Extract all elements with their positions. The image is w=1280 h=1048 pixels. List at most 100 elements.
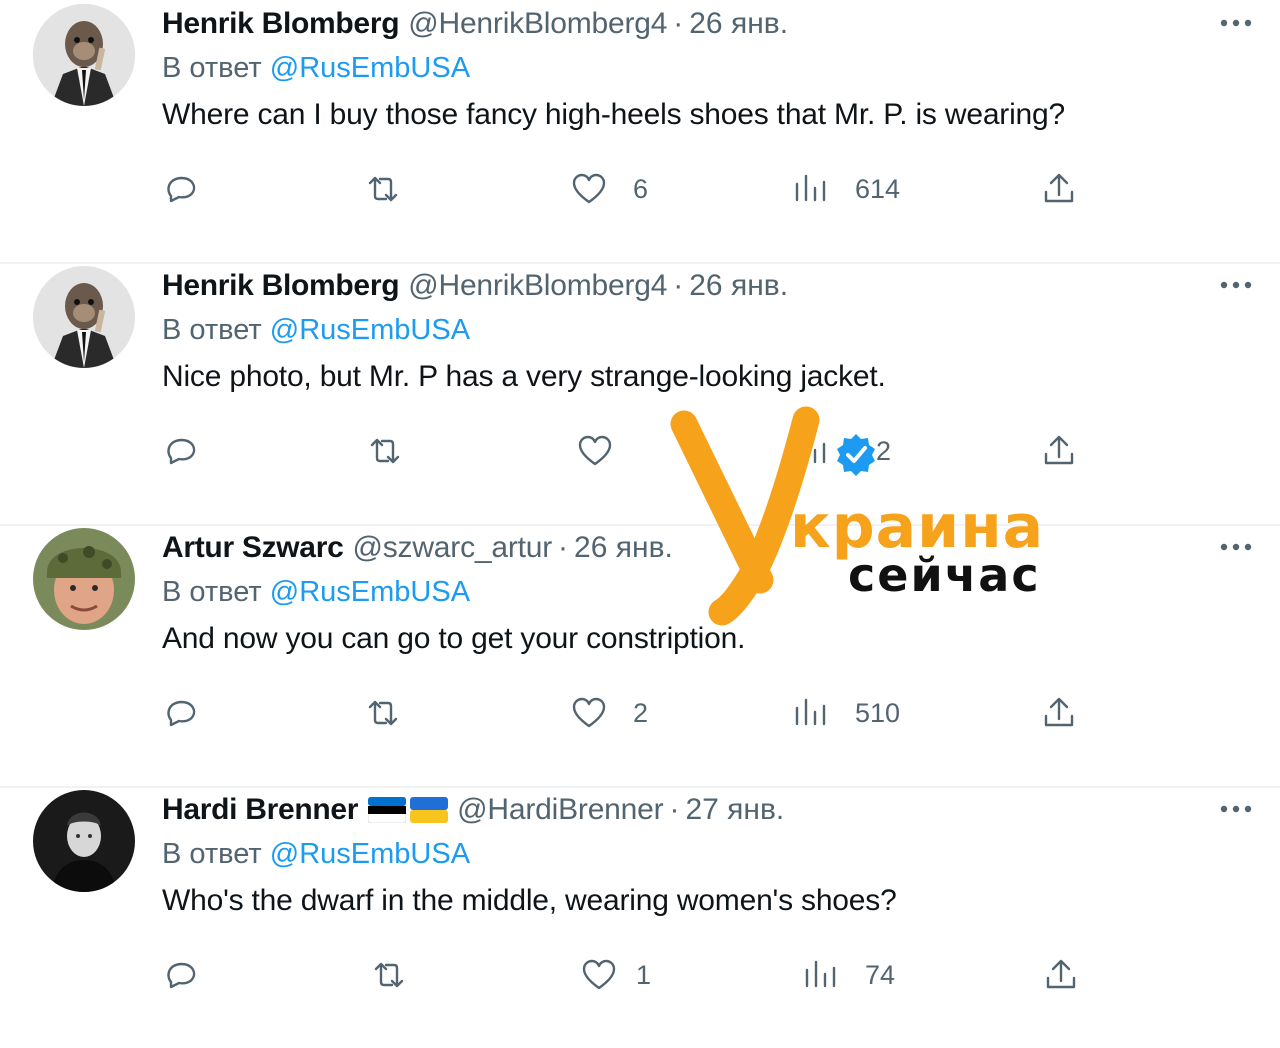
tweet-text: Nice photo, but Mr. P has a very strange… [162, 360, 886, 393]
tweet-text: And now you can go to get your constript… [162, 622, 746, 655]
tweet-date[interactable]: 26 янв. [574, 531, 673, 565]
views-chart-icon [805, 960, 836, 988]
share-button[interactable] [1042, 950, 1080, 1000]
more-dots-icon [1220, 281, 1252, 289]
author-handle[interactable]: @HenrikBlomberg4 [408, 269, 667, 303]
man-portrait-avatar-icon [33, 790, 135, 892]
action-bar: 2 510 [0, 688, 1280, 738]
tweet-4[interactable]: Hardi Brenner @HardiBrenner · 27 янв. В … [0, 786, 1280, 1048]
reply-button[interactable] [162, 426, 200, 476]
tweet-3[interactable]: Artur Szwarc @szwarc_artur · 26 янв. В о… [0, 524, 1280, 788]
reply-mention-link[interactable]: @RusEmbUSA [270, 52, 470, 84]
reply-button[interactable] [162, 950, 200, 1000]
reply-context: В ответ @RusEmbUSA [162, 838, 470, 871]
reply-mention-link[interactable]: @RusEmbUSA [270, 576, 470, 608]
action-bar: 1 74 [0, 950, 1280, 1000]
repost-button[interactable] [370, 950, 408, 1000]
share-button[interactable] [1040, 688, 1078, 738]
separator-dot: · [669, 793, 680, 826]
view-count: 2 [876, 435, 892, 466]
repost-button[interactable] [366, 426, 404, 476]
share-button[interactable] [1040, 426, 1078, 476]
avatar[interactable] [33, 528, 135, 630]
avatar[interactable] [33, 266, 135, 368]
name-flags [368, 797, 449, 823]
monkey-avatar-icon [33, 266, 135, 368]
reply-context: В ответ @RusEmbUSA [162, 576, 470, 609]
more-dots-icon [1220, 805, 1252, 813]
reply-context: В ответ @RusEmbUSA [162, 314, 470, 347]
share-icon [1044, 697, 1074, 727]
author-handle[interactable]: @szwarc_artur [352, 531, 552, 565]
separator-dot: · [673, 269, 684, 302]
avatar[interactable] [33, 790, 135, 892]
author-name[interactable]: Artur Szwarc [162, 531, 344, 565]
tweet-date[interactable]: 26 янв. [689, 269, 788, 303]
reply-mention-link[interactable]: @RusEmbUSA [270, 314, 470, 346]
heart-icon [572, 173, 606, 204]
tweet-header: Artur Szwarc @szwarc_artur · 26 янв. [162, 528, 673, 568]
action-bar: 2 [0, 426, 1280, 476]
tweet-2[interactable]: Henrik Blomberg @HenrikBlomberg4 · 26 ян… [0, 262, 1280, 526]
author-name[interactable]: Henrik Blomberg [162, 7, 400, 41]
like-button[interactable]: 1 [580, 950, 651, 1000]
more-options-button[interactable] [1216, 270, 1256, 300]
reply-mention-link[interactable]: @RusEmbUSA [270, 838, 470, 870]
ukraine-flag-icon [410, 797, 449, 823]
like-button[interactable]: 2 [570, 688, 648, 738]
reply-prefix: В ответ [162, 576, 262, 608]
reply-button[interactable] [162, 688, 200, 738]
like-button[interactable] [576, 426, 639, 476]
views-button[interactable]: 510 [792, 688, 900, 738]
soldier-avatar-icon [33, 528, 135, 630]
views-chart-icon [795, 436, 826, 464]
view-count: 614 [855, 173, 901, 204]
heart-icon [578, 435, 612, 466]
more-options-button[interactable] [1216, 8, 1256, 38]
reply-prefix: В ответ [162, 52, 262, 84]
tweet-date[interactable]: 27 янв. [685, 793, 784, 827]
like-count: 6 [633, 173, 649, 204]
more-dots-icon [1220, 543, 1252, 551]
author-name[interactable]: Hardi Brenner [162, 793, 358, 827]
monkey-avatar-icon [33, 4, 135, 106]
views-chart-icon [795, 174, 826, 202]
author-handle[interactable]: @HenrikBlomberg4 [408, 7, 667, 41]
repost-icon [370, 438, 400, 464]
reply-button[interactable] [162, 164, 200, 214]
avatar[interactable] [33, 4, 135, 106]
reply-context: В ответ @RusEmbUSA [162, 52, 470, 85]
heart-icon [582, 959, 616, 990]
share-icon [1044, 435, 1074, 465]
repost-icon [368, 176, 398, 202]
more-options-button[interactable] [1216, 532, 1256, 562]
like-button[interactable]: 6 [570, 164, 648, 214]
repost-icon [368, 700, 398, 726]
views-button[interactable]: 2 [792, 426, 891, 476]
tweet-text: Where can I buy those fancy high-heels s… [162, 98, 1066, 131]
reply-prefix: В ответ [162, 838, 262, 870]
view-count: 74 [865, 959, 896, 990]
views-button[interactable]: 74 [802, 950, 895, 1000]
repost-icon [374, 962, 404, 988]
reply-icon [167, 438, 196, 465]
share-icon [1046, 959, 1076, 989]
heart-icon [572, 697, 606, 728]
author-name[interactable]: Henrik Blomberg [162, 269, 400, 303]
views-button[interactable]: 614 [792, 164, 900, 214]
separator-dot: · [673, 7, 684, 40]
like-count: 1 [636, 959, 652, 990]
tweet-date[interactable]: 26 янв. [689, 7, 788, 41]
separator-dot: · [558, 531, 569, 564]
repost-button[interactable] [364, 688, 402, 738]
more-options-button[interactable] [1216, 794, 1256, 824]
tweet-1[interactable]: Henrik Blomberg @HenrikBlomberg4 · 26 ян… [0, 0, 1280, 264]
reply-icon [167, 176, 196, 203]
reply-icon [167, 962, 196, 989]
repost-button[interactable] [364, 164, 402, 214]
author-handle[interactable]: @HardiBrenner [457, 793, 663, 827]
views-chart-icon [795, 698, 826, 726]
tweet-header: Henrik Blomberg @HenrikBlomberg4 · 26 ян… [162, 4, 788, 44]
reply-prefix: В ответ [162, 314, 262, 346]
share-button[interactable] [1040, 164, 1078, 214]
